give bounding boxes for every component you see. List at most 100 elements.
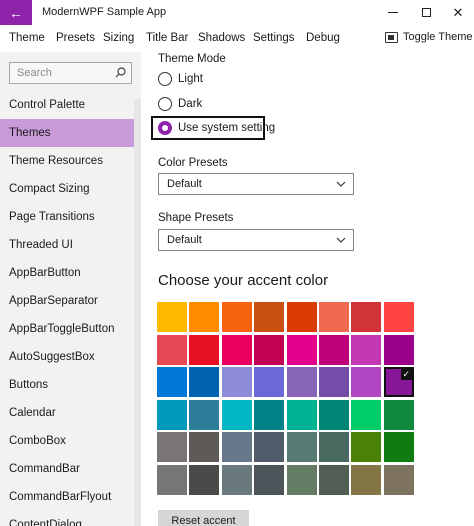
accent-swatch[interactable] xyxy=(319,399,349,430)
radio-dark[interactable]: Dark xyxy=(158,95,202,113)
shape-presets-dropdown[interactable]: Default xyxy=(158,229,354,251)
radio-system[interactable]: Use system setting xyxy=(158,119,275,137)
minimize-button[interactable] xyxy=(378,0,408,25)
sidebar-item-combobox[interactable]: ComboBox xyxy=(0,427,141,455)
accent-swatch[interactable] xyxy=(254,465,285,495)
menu-theme[interactable]: Theme xyxy=(9,32,45,44)
search-input[interactable]: Search xyxy=(9,62,132,84)
accent-swatch[interactable] xyxy=(157,334,187,365)
menu-sizing[interactable]: Sizing xyxy=(103,32,134,44)
accent-swatch[interactable] xyxy=(157,399,187,430)
accent-swatch[interactable] xyxy=(351,399,382,430)
accent-swatch[interactable] xyxy=(221,432,252,463)
accent-swatch[interactable] xyxy=(286,465,317,495)
search-icon[interactable] xyxy=(115,67,126,78)
accent-swatch[interactable] xyxy=(351,334,382,365)
sidebar-item-appbarseparator[interactable]: AppBarSeparator xyxy=(0,287,141,315)
accent-swatch[interactable] xyxy=(221,399,252,430)
sidebar-item-threaded-ui[interactable]: Threaded UI xyxy=(0,231,141,259)
accent-swatch[interactable] xyxy=(286,302,317,332)
sidebar-item-contentdialog[interactable]: ContentDialog xyxy=(0,511,141,526)
sidebar-item-calendar[interactable]: Calendar xyxy=(0,399,141,427)
menu-settings[interactable]: Settings xyxy=(253,32,295,44)
accent-swatch[interactable] xyxy=(319,302,349,332)
accent-swatch[interactable] xyxy=(383,334,414,365)
accent-swatch[interactable]: ✓ xyxy=(383,367,414,398)
accent-swatch[interactable] xyxy=(254,302,285,332)
sidebar-item-commandbarflyout[interactable]: CommandBarFlyout xyxy=(0,483,141,511)
accent-swatch[interactable] xyxy=(189,367,220,398)
accent-swatch[interactable] xyxy=(157,465,187,495)
search-placeholder: Search xyxy=(17,67,52,79)
sidebar: Search Control Palette Themes Theme Resour… xyxy=(0,52,141,526)
color-presets-dropdown[interactable]: Default xyxy=(158,173,354,195)
menu-presets[interactable]: Presets xyxy=(56,32,95,44)
accent-swatch[interactable] xyxy=(157,302,187,332)
accent-swatch[interactable] xyxy=(286,399,317,430)
menu-debug[interactable]: Debug xyxy=(306,32,340,44)
sidebar-item-buttons[interactable]: Buttons xyxy=(0,371,141,399)
accent-swatch[interactable] xyxy=(351,432,382,463)
accent-swatch[interactable] xyxy=(189,432,220,463)
sidebar-item-control-palette[interactable]: Control Palette xyxy=(0,91,141,119)
radio-dark-label: Dark xyxy=(178,98,203,110)
sidebar-item-page-transitions[interactable]: Page Transitions xyxy=(0,203,141,231)
accent-swatch[interactable] xyxy=(286,334,317,365)
sidebar-item-themes[interactable]: Themes xyxy=(0,119,141,147)
accent-swatch[interactable] xyxy=(254,432,285,463)
accent-swatch[interactable] xyxy=(157,367,187,398)
chevron-down-icon xyxy=(336,237,346,243)
menu-title-bar[interactable]: Title Bar xyxy=(146,32,188,44)
accent-swatch[interactable] xyxy=(221,302,252,332)
accent-swatch[interactable] xyxy=(351,302,382,332)
radio-dark-circle[interactable] xyxy=(158,97,172,111)
reset-accent-button[interactable]: Reset accent color xyxy=(158,510,249,526)
accent-swatch[interactable] xyxy=(254,399,285,430)
accent-swatch[interactable] xyxy=(383,432,414,463)
radio-system-circle[interactable] xyxy=(158,121,172,135)
accent-swatch[interactable] xyxy=(189,302,220,332)
accent-swatch[interactable] xyxy=(319,465,349,495)
accent-swatch[interactable] xyxy=(383,465,414,495)
sidebar-item-compact-sizing[interactable]: Compact Sizing xyxy=(0,175,141,203)
close-icon: ✕ xyxy=(452,4,464,20)
menu-bar: Theme Presets Sizing Title Bar Shadows S… xyxy=(0,25,474,51)
accent-swatch[interactable] xyxy=(319,334,349,365)
radio-light[interactable]: Light xyxy=(158,70,203,88)
accent-swatch[interactable] xyxy=(221,334,252,365)
accent-swatch[interactable] xyxy=(189,399,220,430)
close-button[interactable]: ✕ xyxy=(443,0,473,25)
sidebar-item-autosuggestbox[interactable]: AutoSuggestBox xyxy=(0,343,141,371)
shape-presets-label: Shape Presets xyxy=(158,212,234,224)
menu-shadows[interactable]: Shadows xyxy=(198,32,245,44)
accent-swatch[interactable] xyxy=(254,367,285,398)
accent-swatch[interactable] xyxy=(221,465,252,495)
accent-swatch[interactable] xyxy=(383,399,414,430)
accent-swatch[interactable] xyxy=(351,367,382,398)
accent-swatch[interactable] xyxy=(383,302,414,332)
accent-color-grid: ✓ xyxy=(157,302,416,498)
accent-swatch[interactable] xyxy=(157,432,187,463)
back-arrow-icon: ← xyxy=(9,4,23,21)
accent-swatch[interactable] xyxy=(351,465,382,495)
toggle-theme-button[interactable]: Toggle Theme xyxy=(385,31,473,43)
accent-swatch[interactable] xyxy=(319,367,349,398)
sidebar-item-theme-resources[interactable]: Theme Resources xyxy=(0,147,141,175)
sidebar-item-commandbar[interactable]: CommandBar xyxy=(0,455,141,483)
radio-light-circle[interactable] xyxy=(158,72,172,86)
sidebar-item-appbartogglebutton[interactable]: AppBarToggleButton xyxy=(0,315,141,343)
accent-swatch[interactable] xyxy=(254,334,285,365)
accent-swatch[interactable] xyxy=(189,465,220,495)
accent-swatch[interactable] xyxy=(286,432,317,463)
sidebar-scrollbar[interactable] xyxy=(134,99,141,526)
maximize-button[interactable] xyxy=(411,0,441,25)
radio-system-label: Use system setting xyxy=(178,122,276,134)
back-button[interactable]: ← xyxy=(0,0,32,25)
accent-swatch[interactable] xyxy=(319,432,349,463)
accent-swatch[interactable] xyxy=(221,367,252,398)
sidebar-item-appbarbutton[interactable]: AppBarButton xyxy=(0,259,141,287)
app-title: ModernWPF Sample App xyxy=(42,6,167,18)
toggle-theme-icon xyxy=(385,31,398,43)
accent-swatch[interactable] xyxy=(189,334,220,365)
accent-swatch[interactable] xyxy=(286,367,317,398)
